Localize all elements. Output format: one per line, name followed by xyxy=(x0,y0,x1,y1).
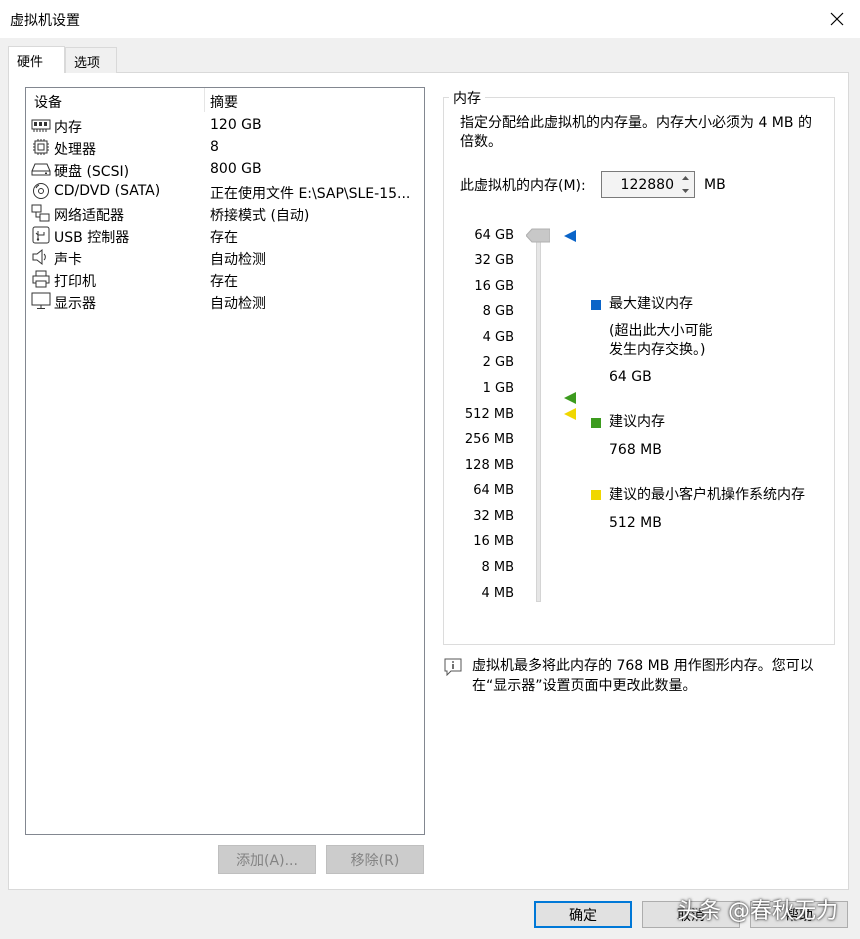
spin-up-button[interactable] xyxy=(677,172,694,184)
column-header-device[interactable]: 设备 xyxy=(34,92,62,112)
min-recommended-label: 建议的最小客户机操作系统内存 xyxy=(609,487,805,503)
device-summary: 正在使用文件 E:\SAP\SLE-15... xyxy=(210,186,411,202)
scale-tick-label: 1 GB xyxy=(482,381,514,396)
min-recommended-value: 512 MB xyxy=(609,515,662,531)
scale-tick-label: 32 GB xyxy=(474,253,514,268)
device-row-network-adapter[interactable]: 网络适配器 桥接模式 (自动) xyxy=(30,202,422,224)
recommended-marker-icon xyxy=(564,392,576,404)
remove-device-button[interactable]: 移除(R) xyxy=(326,845,424,874)
memory-input-label: 此虚拟机的内存(M): xyxy=(460,178,586,194)
scale-tick-label: 4 GB xyxy=(482,330,514,345)
memory-group-title: 内存 xyxy=(449,88,485,108)
device-name: 显示器 xyxy=(54,296,96,312)
device-summary: 8 xyxy=(210,139,219,155)
memory-unit-label: MB xyxy=(704,177,726,193)
min-recommended-legend-square xyxy=(591,490,601,500)
device-name: 声卡 xyxy=(54,252,82,268)
add-device-button[interactable]: 添加(A)... xyxy=(218,845,316,874)
device-row-memory[interactable]: 内存 120 GB xyxy=(30,114,422,136)
max-recommended-marker-icon xyxy=(564,230,576,242)
usb-icon xyxy=(32,226,50,244)
memory-slider-thumb[interactable] xyxy=(526,228,550,243)
scale-tick-label: 64 MB xyxy=(473,483,514,498)
device-row-hard-disk[interactable]: 硬盘 (SCSI) 800 GB xyxy=(30,158,422,180)
memory-description: 指定分配给此虚拟机的内存量。内存大小必须为 4 MB 的倍数。 xyxy=(460,115,812,150)
memory-slider-track[interactable] xyxy=(536,236,541,602)
spin-down-button[interactable] xyxy=(677,185,694,197)
recommended-legend-square xyxy=(591,418,601,428)
device-name: CD/DVD (SATA) xyxy=(54,183,161,199)
watermark: 头条 @春秋无力 xyxy=(677,899,838,924)
close-button[interactable] xyxy=(814,0,860,38)
scale-tick-label: 8 MB xyxy=(481,560,514,575)
max-recommended-value: 64 GB xyxy=(609,369,652,385)
device-summary: 桥接模式 (自动) xyxy=(210,208,310,224)
hard-disk-icon xyxy=(31,163,51,176)
memory-input[interactable] xyxy=(602,172,678,197)
network-adapter-icon xyxy=(31,204,50,222)
device-summary: 120 GB xyxy=(210,117,262,133)
scale-tick-label: 8 GB xyxy=(482,304,514,319)
tab-options-label: 选项 xyxy=(74,56,101,71)
scale-tick-label: 16 MB xyxy=(473,534,514,549)
list-header: 设备 摘要 xyxy=(26,88,424,112)
arrow-up-icon xyxy=(682,176,689,180)
memory-scale: 64 GB 32 GB 16 GB 8 GB 4 GB 2 GB 1 GB 51… xyxy=(450,224,514,614)
device-row-display[interactable]: 显示器 自动检测 xyxy=(30,290,422,312)
column-header-summary[interactable]: 摘要 xyxy=(210,92,238,112)
scale-tick-label: 64 GB xyxy=(474,228,514,243)
tab-hardware-label: 硬件 xyxy=(17,55,44,70)
max-recommended-label: 最大建议内存 xyxy=(609,296,693,312)
device-name: 打印机 xyxy=(54,274,96,290)
memory-icon xyxy=(31,119,51,132)
device-summary: 800 GB xyxy=(210,161,262,177)
device-row-cd-dvd[interactable]: CD/DVD (SATA) 正在使用文件 E:\SAP\SLE-15... xyxy=(30,180,422,202)
max-recommended-note: 发生内存交换。) xyxy=(609,342,706,358)
scale-tick-label: 512 MB xyxy=(464,407,514,422)
scale-tick-label: 4 MB xyxy=(481,586,514,601)
cd-dvd-icon xyxy=(33,183,49,199)
device-name: 处理器 xyxy=(54,142,96,158)
info-text-line: 在“显示器”设置页面中更改此数量。 xyxy=(472,678,697,694)
device-summary: 存在 xyxy=(210,230,238,246)
column-separator[interactable] xyxy=(204,88,205,112)
scale-tick-label: 128 MB xyxy=(464,458,514,473)
recommended-value: 768 MB xyxy=(609,442,662,458)
info-text: 虚拟机最多将此内存的 768 MB 用作图形内存。您可以 在“显示器”设置页面中… xyxy=(472,656,842,696)
info-text-line: 虚拟机最多将此内存的 768 MB 用作图形内存。您可以 xyxy=(472,658,814,674)
scale-tick-label: 256 MB xyxy=(464,432,514,447)
device-summary: 自动检测 xyxy=(210,296,266,312)
info-icon xyxy=(444,658,462,676)
device-name: USB 控制器 xyxy=(54,230,130,246)
device-row-processor[interactable]: 处理器 8 xyxy=(30,136,422,158)
scale-tick-label: 32 MB xyxy=(473,509,514,524)
device-summary: 自动检测 xyxy=(210,252,266,268)
display-icon xyxy=(31,292,51,309)
recommended-label: 建议内存 xyxy=(609,414,665,430)
printer-icon xyxy=(32,270,50,288)
max-recommended-legend-square xyxy=(591,300,601,310)
device-summary: 存在 xyxy=(210,274,238,290)
device-list[interactable]: 设备 摘要 内存 120 GB 处理器 8 硬盘 (SCSI) 800 GB C… xyxy=(25,87,425,835)
device-row-sound-card[interactable]: 声卡 自动检测 xyxy=(30,246,422,268)
close-icon xyxy=(830,12,844,26)
min-recommended-marker-icon xyxy=(564,408,576,420)
max-recommended-note: (超出此大小可能 xyxy=(609,323,713,339)
device-name: 硬盘 (SCSI) xyxy=(54,164,130,180)
title-bar: 虚拟机设置 xyxy=(0,0,860,38)
tab-hardware[interactable]: 硬件 xyxy=(8,46,65,73)
ok-button[interactable]: 确定 xyxy=(534,901,632,928)
window-title: 虚拟机设置 xyxy=(10,13,80,29)
processor-icon xyxy=(33,139,49,155)
device-name: 内存 xyxy=(54,120,82,136)
memory-stepper xyxy=(601,171,695,198)
device-name: 网络适配器 xyxy=(54,208,124,224)
arrow-down-icon xyxy=(682,189,689,193)
sound-card-icon xyxy=(32,248,46,266)
device-row-usb-controller[interactable]: USB 控制器 存在 xyxy=(30,224,422,246)
tab-options[interactable]: 选项 xyxy=(65,47,117,73)
scale-tick-label: 2 GB xyxy=(482,355,514,370)
scale-tick-label: 16 GB xyxy=(474,279,514,294)
device-row-printer[interactable]: 打印机 存在 xyxy=(30,268,422,290)
